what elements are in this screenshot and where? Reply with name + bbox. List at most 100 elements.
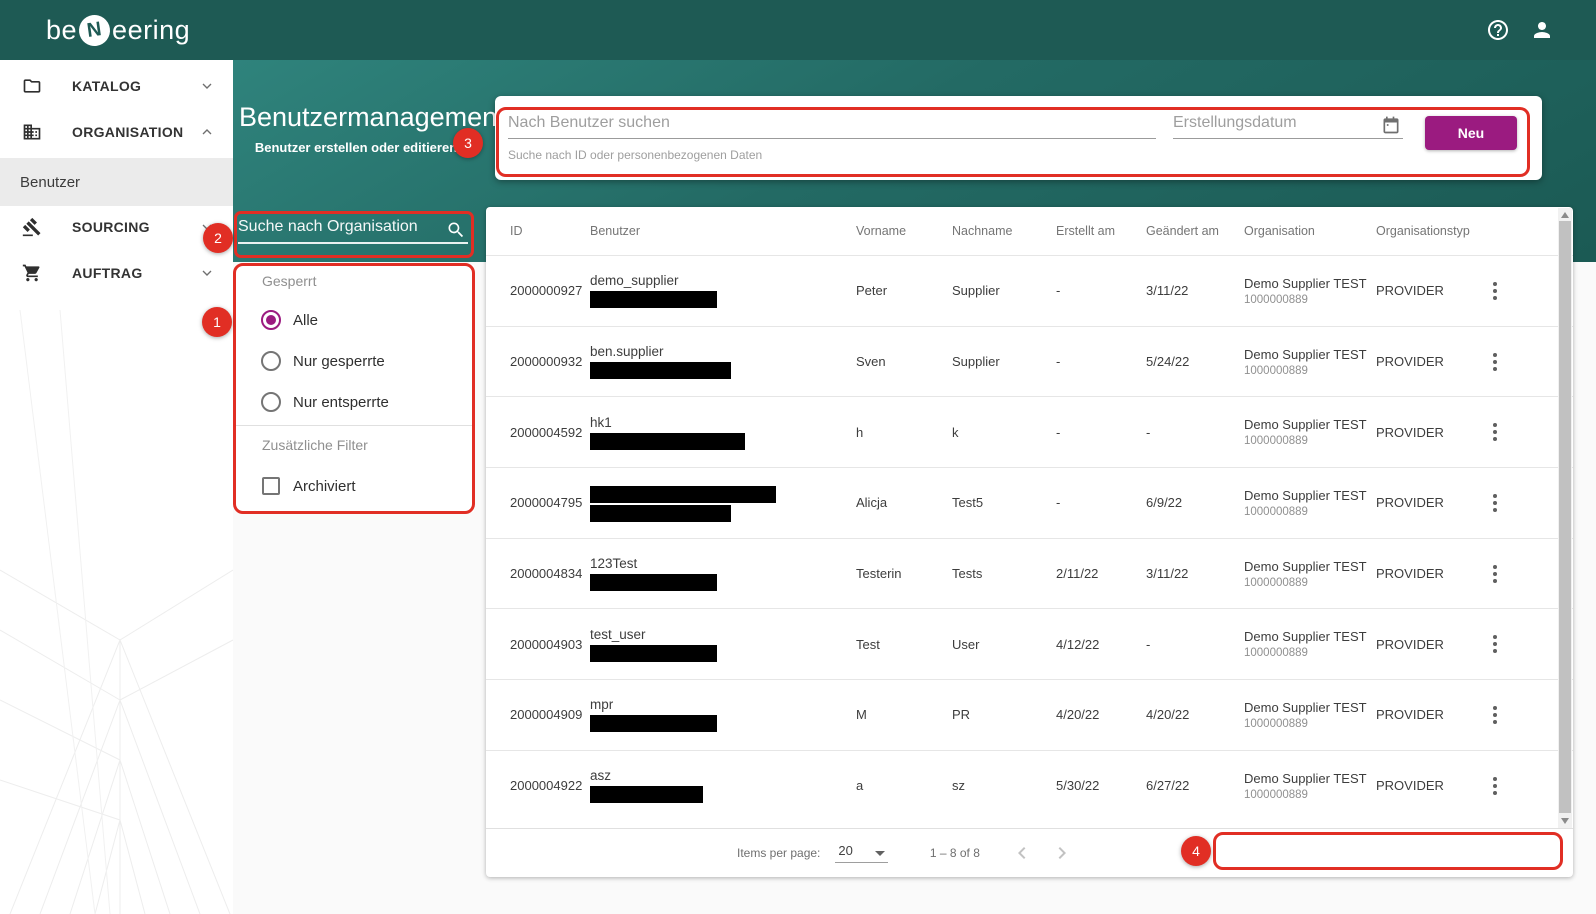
filter-group-label: Gesperrt bbox=[262, 273, 316, 289]
table-row[interactable]: 2000004834 123Test Testerin Tests 2/11/2… bbox=[486, 538, 1573, 609]
cell-geaendert-am: - bbox=[1146, 637, 1244, 652]
user-search-card: Suche nach ID oder personenbezogenen Dat… bbox=[495, 96, 1542, 180]
items-per-page-label: Items per page: bbox=[737, 846, 820, 860]
cell-geaendert-am: 3/11/22 bbox=[1146, 283, 1244, 298]
cell-geaendert-am: 5/24/22 bbox=[1146, 354, 1244, 369]
cell-organisation: Demo Supplier TEST 1000000889 bbox=[1244, 347, 1376, 377]
creation-date-field bbox=[1173, 114, 1403, 139]
logo-n-icon: N bbox=[77, 12, 112, 47]
table-row[interactable]: 2000004922 asz a sz 5/30/22 6/27/22 Demo… bbox=[486, 750, 1573, 821]
table-row[interactable]: 2000000927 demo_supplier Peter Supplier … bbox=[486, 255, 1573, 326]
redaction-bars bbox=[590, 484, 856, 522]
cell-id: 2000004909 bbox=[510, 707, 590, 722]
row-menu-kebab-icon[interactable] bbox=[1486, 492, 1504, 514]
next-page-icon[interactable] bbox=[1050, 841, 1074, 865]
building-icon bbox=[22, 122, 42, 142]
sidebar-item-label: KATALOG bbox=[72, 78, 141, 94]
extra-filter-label: Zusätzliche Filter bbox=[262, 437, 368, 453]
cell-vorname: a bbox=[856, 778, 952, 793]
redaction-bars bbox=[590, 360, 856, 379]
cell-vorname: Testerin bbox=[856, 566, 952, 581]
column-header-geaendert-am[interactable]: Geändert am bbox=[1146, 224, 1244, 238]
scrollbar-thumb[interactable] bbox=[1559, 221, 1571, 813]
help-icon[interactable] bbox=[1486, 18, 1510, 42]
creation-date-input[interactable] bbox=[1173, 114, 1367, 138]
pagination-bar: Items per page: 20 1 – 8 of 8 bbox=[486, 828, 1573, 877]
sidebar-item-organisation[interactable]: ORGANISATION bbox=[0, 109, 233, 155]
cell-erstellt-am: 5/30/22 bbox=[1056, 778, 1146, 793]
checkbox-archiviert[interactable]: Archiviert bbox=[262, 477, 356, 495]
radio-nur-gesperrte[interactable]: Nur gesperrte bbox=[261, 351, 385, 371]
table-body: 2000000927 demo_supplier Peter Supplier … bbox=[486, 255, 1573, 821]
organisation-search-input[interactable] bbox=[238, 218, 468, 244]
logo-text-post: eering bbox=[112, 15, 190, 46]
cell-vorname: Alicja bbox=[856, 495, 952, 510]
items-per-page-select[interactable]: 20 bbox=[835, 843, 887, 863]
new-user-button[interactable]: Neu bbox=[1425, 116, 1517, 150]
beneering-logo: beNeering bbox=[46, 0, 190, 60]
sidebar-item-label: AUFTRAG bbox=[72, 265, 143, 281]
row-menu-kebab-icon[interactable] bbox=[1486, 421, 1504, 443]
radio-alle[interactable]: Alle bbox=[261, 310, 318, 330]
scroll-up-icon[interactable] bbox=[1561, 212, 1569, 218]
cell-benutzer: mpr bbox=[590, 697, 856, 732]
column-header-nachname[interactable]: Nachname bbox=[952, 224, 1056, 238]
table-row[interactable]: 2000004592 hk1 h k - - Demo Supplier TES… bbox=[486, 396, 1573, 467]
column-header-organisation[interactable]: Organisation bbox=[1244, 224, 1376, 238]
column-header-erstellt-am[interactable]: Erstellt am bbox=[1056, 224, 1146, 238]
page-range-label: 1 – 8 of 8 bbox=[930, 846, 980, 860]
cell-erstellt-am: - bbox=[1056, 495, 1146, 510]
sidebar-item-auftrag[interactable]: AUFTRAG bbox=[0, 250, 233, 296]
row-menu-kebab-icon[interactable] bbox=[1486, 704, 1504, 726]
cell-organisation: Demo Supplier TEST 1000000889 bbox=[1244, 276, 1376, 306]
cell-geaendert-am: 3/11/22 bbox=[1146, 566, 1244, 581]
cell-nachname: Test5 bbox=[952, 495, 1056, 510]
cell-erstellt-am: - bbox=[1056, 425, 1146, 440]
calendar-icon[interactable] bbox=[1381, 115, 1401, 135]
column-header-benutzer[interactable]: Benutzer bbox=[590, 224, 856, 238]
cell-nachname: User bbox=[952, 637, 1056, 652]
filter-divider bbox=[236, 425, 474, 426]
cart-icon bbox=[22, 263, 42, 283]
row-menu-kebab-icon[interactable] bbox=[1486, 775, 1504, 797]
account-icon[interactable] bbox=[1530, 18, 1554, 42]
cell-organisationstyp: PROVIDER bbox=[1376, 425, 1486, 440]
redaction-bars bbox=[590, 289, 856, 308]
user-search-input[interactable] bbox=[508, 114, 1156, 139]
chevron-down-icon bbox=[199, 78, 215, 94]
search-icon[interactable] bbox=[446, 220, 466, 240]
table-row[interactable]: 2000004795 Alicja Test5 - 6/9/22 Demo Su… bbox=[486, 467, 1573, 538]
row-menu-kebab-icon[interactable] bbox=[1486, 633, 1504, 655]
sidebar-item-benutzer-active[interactable]: Benutzer bbox=[0, 158, 233, 206]
table-row[interactable]: 2000004903 test_user Test User 4/12/22 -… bbox=[486, 608, 1573, 679]
filter-panel: Gesperrt Alle Nur gesperrte Nur entsperr… bbox=[236, 265, 474, 512]
topbar: beNeering bbox=[0, 0, 1596, 60]
sidebar-item-katalog[interactable]: KATALOG bbox=[0, 63, 233, 109]
row-menu-kebab-icon[interactable] bbox=[1486, 280, 1504, 302]
column-header-vorname[interactable]: Vorname bbox=[856, 224, 952, 238]
cell-geaendert-am: 6/9/22 bbox=[1146, 495, 1244, 510]
sidebar-item-sourcing[interactable]: SOURCING bbox=[0, 204, 233, 250]
sidebar-item-label: SOURCING bbox=[72, 219, 150, 235]
cell-organisation: Demo Supplier TEST 1000000889 bbox=[1244, 629, 1376, 659]
row-menu-kebab-icon[interactable] bbox=[1486, 563, 1504, 585]
table-row[interactable]: 2000000932 ben.supplier Sven Supplier - … bbox=[486, 326, 1573, 397]
cell-organisationstyp: PROVIDER bbox=[1376, 707, 1486, 722]
cell-organisation: Demo Supplier TEST 1000000889 bbox=[1244, 771, 1376, 801]
table-scrollbar[interactable] bbox=[1558, 208, 1572, 828]
cell-nachname: Supplier bbox=[952, 283, 1056, 298]
cell-id: 2000004903 bbox=[510, 637, 590, 652]
logo-text-pre: be bbox=[46, 15, 77, 46]
scroll-down-icon[interactable] bbox=[1561, 818, 1569, 824]
row-menu-kebab-icon[interactable] bbox=[1486, 351, 1504, 373]
chevron-down-icon bbox=[199, 219, 215, 235]
column-header-organisationstyp[interactable]: Organisationstyp bbox=[1376, 224, 1486, 238]
table-row[interactable]: 2000004909 mpr M PR 4/20/22 4/20/22 Demo… bbox=[486, 679, 1573, 750]
cell-id: 2000000927 bbox=[510, 283, 590, 298]
cell-id: 2000004834 bbox=[510, 566, 590, 581]
column-header-id[interactable]: ID bbox=[510, 224, 590, 238]
dropdown-caret-icon bbox=[875, 851, 885, 856]
radio-nur-entsperrte[interactable]: Nur entsperrte bbox=[261, 392, 389, 412]
previous-page-icon[interactable] bbox=[1010, 841, 1034, 865]
cell-organisation: Demo Supplier TEST 1000000889 bbox=[1244, 700, 1376, 730]
